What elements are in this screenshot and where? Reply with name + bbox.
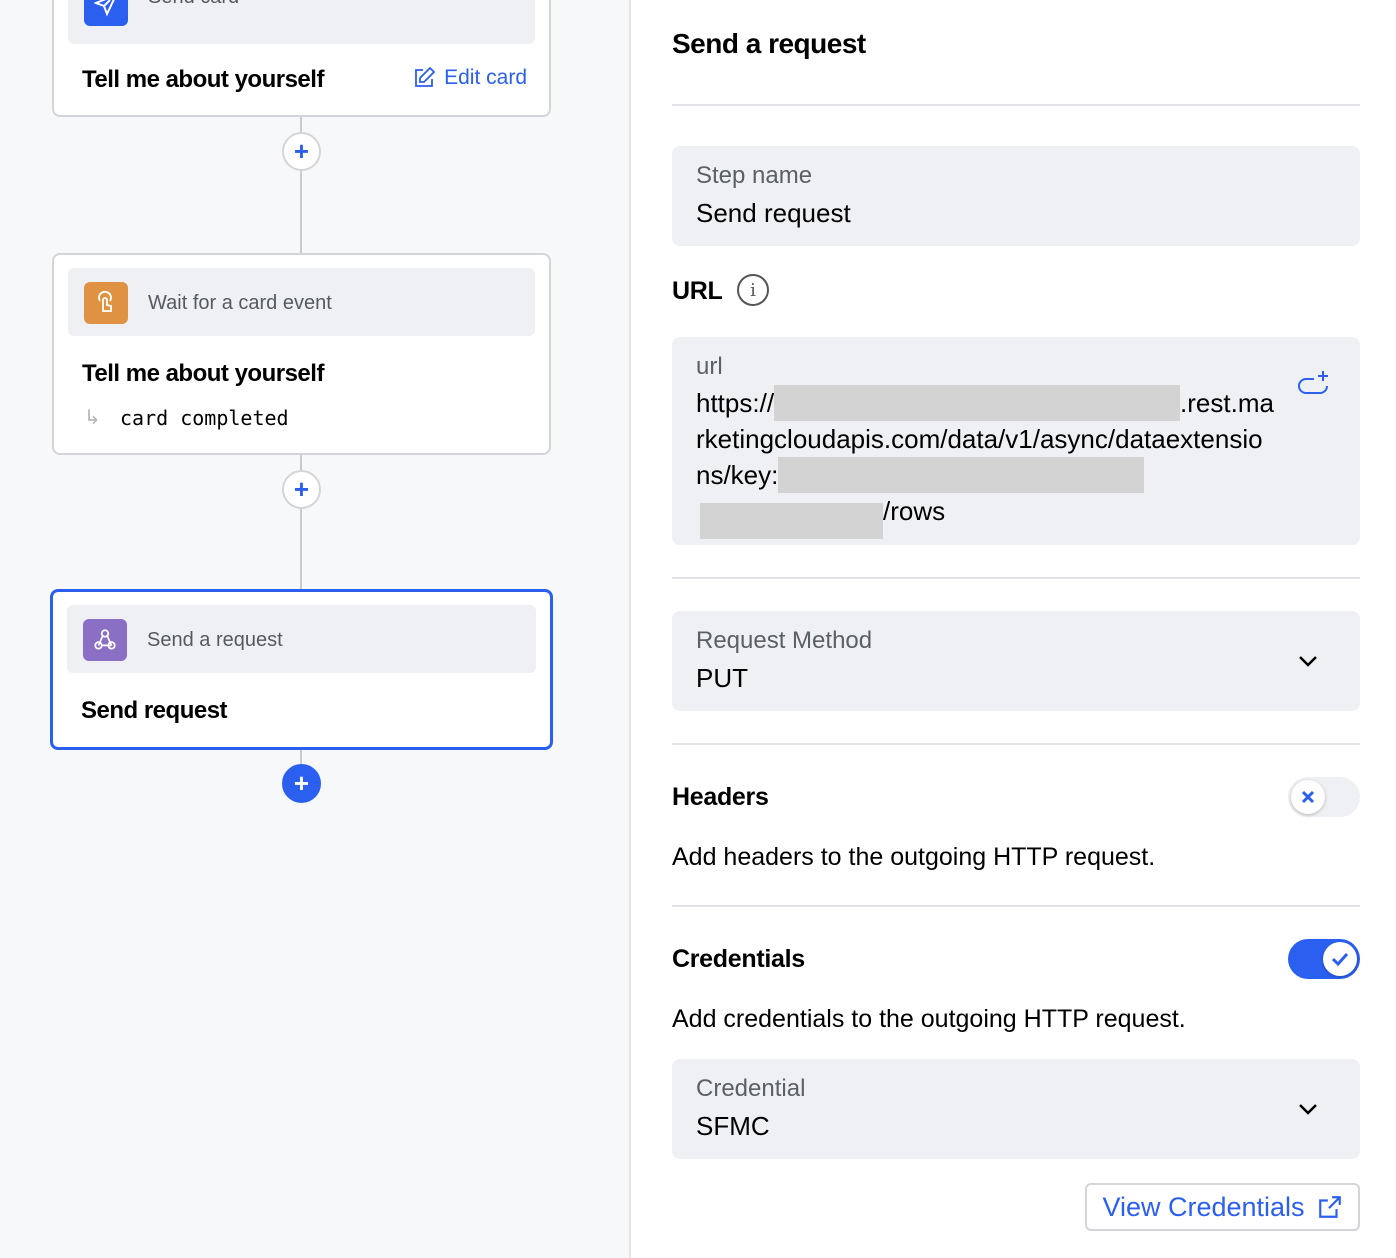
card-title: Tell me about yourself bbox=[82, 360, 324, 387]
headers-description: Add headers to the outgoing HTTP request… bbox=[672, 843, 1156, 871]
check-icon bbox=[1323, 942, 1357, 976]
url-text: .rest.ma bbox=[1180, 387, 1274, 418]
field-label: Request Method bbox=[696, 627, 873, 654]
field-label: Step name bbox=[696, 162, 813, 189]
chevron-down-icon bbox=[1299, 656, 1317, 667]
credentials-title: Credentials bbox=[672, 945, 805, 973]
hand-pointer-icon bbox=[84, 282, 128, 324]
url-text: rketingcloudapis.com/data/v1/async/datae… bbox=[696, 423, 1263, 454]
card-type-label: Wait for a card event bbox=[148, 292, 332, 314]
field-label: url bbox=[696, 353, 723, 380]
headers-toggle[interactable] bbox=[1288, 777, 1360, 817]
edit-icon bbox=[415, 66, 436, 87]
flow-card-wait-event[interactable]: Wait for a card event Tell me about your… bbox=[52, 253, 551, 455]
add-step-button[interactable]: + bbox=[282, 764, 321, 803]
chevron-down-icon bbox=[1299, 1104, 1317, 1115]
redaction bbox=[700, 503, 883, 539]
add-variable-icon[interactable] bbox=[1296, 369, 1330, 399]
add-step-button[interactable]: + bbox=[282, 132, 321, 171]
field-value: PUT bbox=[696, 663, 748, 693]
url-text: https:// bbox=[696, 387, 775, 418]
flow-card-send-request[interactable]: Send a request Send request bbox=[50, 589, 553, 750]
field-value: Send request bbox=[696, 198, 851, 228]
credentials-toggle[interactable] bbox=[1288, 939, 1360, 979]
field-value: SFMC bbox=[696, 1111, 770, 1141]
credential-select[interactable]: Credential SFMC bbox=[672, 1059, 1360, 1159]
card-type-label: Send card bbox=[148, 0, 239, 9]
card-type-label: Send a request bbox=[147, 629, 283, 651]
url-text: /rows bbox=[883, 495, 946, 526]
paper-plane-icon bbox=[84, 0, 128, 26]
url-field[interactable]: url https:// .rest.ma rketingcloudapis.co… bbox=[672, 337, 1360, 545]
card-title: Tell me about yourself bbox=[82, 66, 324, 93]
step-name-field[interactable]: Step name Send request bbox=[672, 146, 1360, 246]
url-text: ns/key: bbox=[696, 459, 779, 490]
branch-arrow-icon: ↳ bbox=[84, 407, 101, 429]
credentials-description: Add credentials to the outgoing HTTP req… bbox=[672, 1005, 1186, 1033]
card-title: Send request bbox=[81, 697, 228, 724]
redaction bbox=[774, 385, 1181, 421]
flow-card-send-card[interactable]: Send card Tell me about yourself Edit ca… bbox=[52, 0, 551, 117]
card-event: card completed bbox=[120, 406, 289, 430]
request-method-select[interactable]: Request Method PUT bbox=[672, 611, 1360, 711]
x-icon bbox=[1291, 780, 1325, 814]
external-link-icon bbox=[1318, 1196, 1341, 1218]
edit-card-link[interactable]: Edit card bbox=[412, 66, 527, 90]
flow-canvas: Send card Tell me about yourself Edit ca… bbox=[0, 0, 631, 1258]
view-credentials-button[interactable]: View Credentials bbox=[1085, 1183, 1360, 1231]
url-heading: URL bbox=[672, 277, 723, 305]
add-step-button[interactable]: + bbox=[282, 470, 321, 509]
panel-title: Send a request bbox=[672, 28, 866, 59]
headers-title: Headers bbox=[672, 783, 769, 811]
webhook-icon bbox=[83, 619, 127, 661]
field-label: Credential bbox=[696, 1075, 806, 1102]
redaction bbox=[778, 457, 1145, 493]
info-icon[interactable]: i bbox=[737, 274, 769, 306]
